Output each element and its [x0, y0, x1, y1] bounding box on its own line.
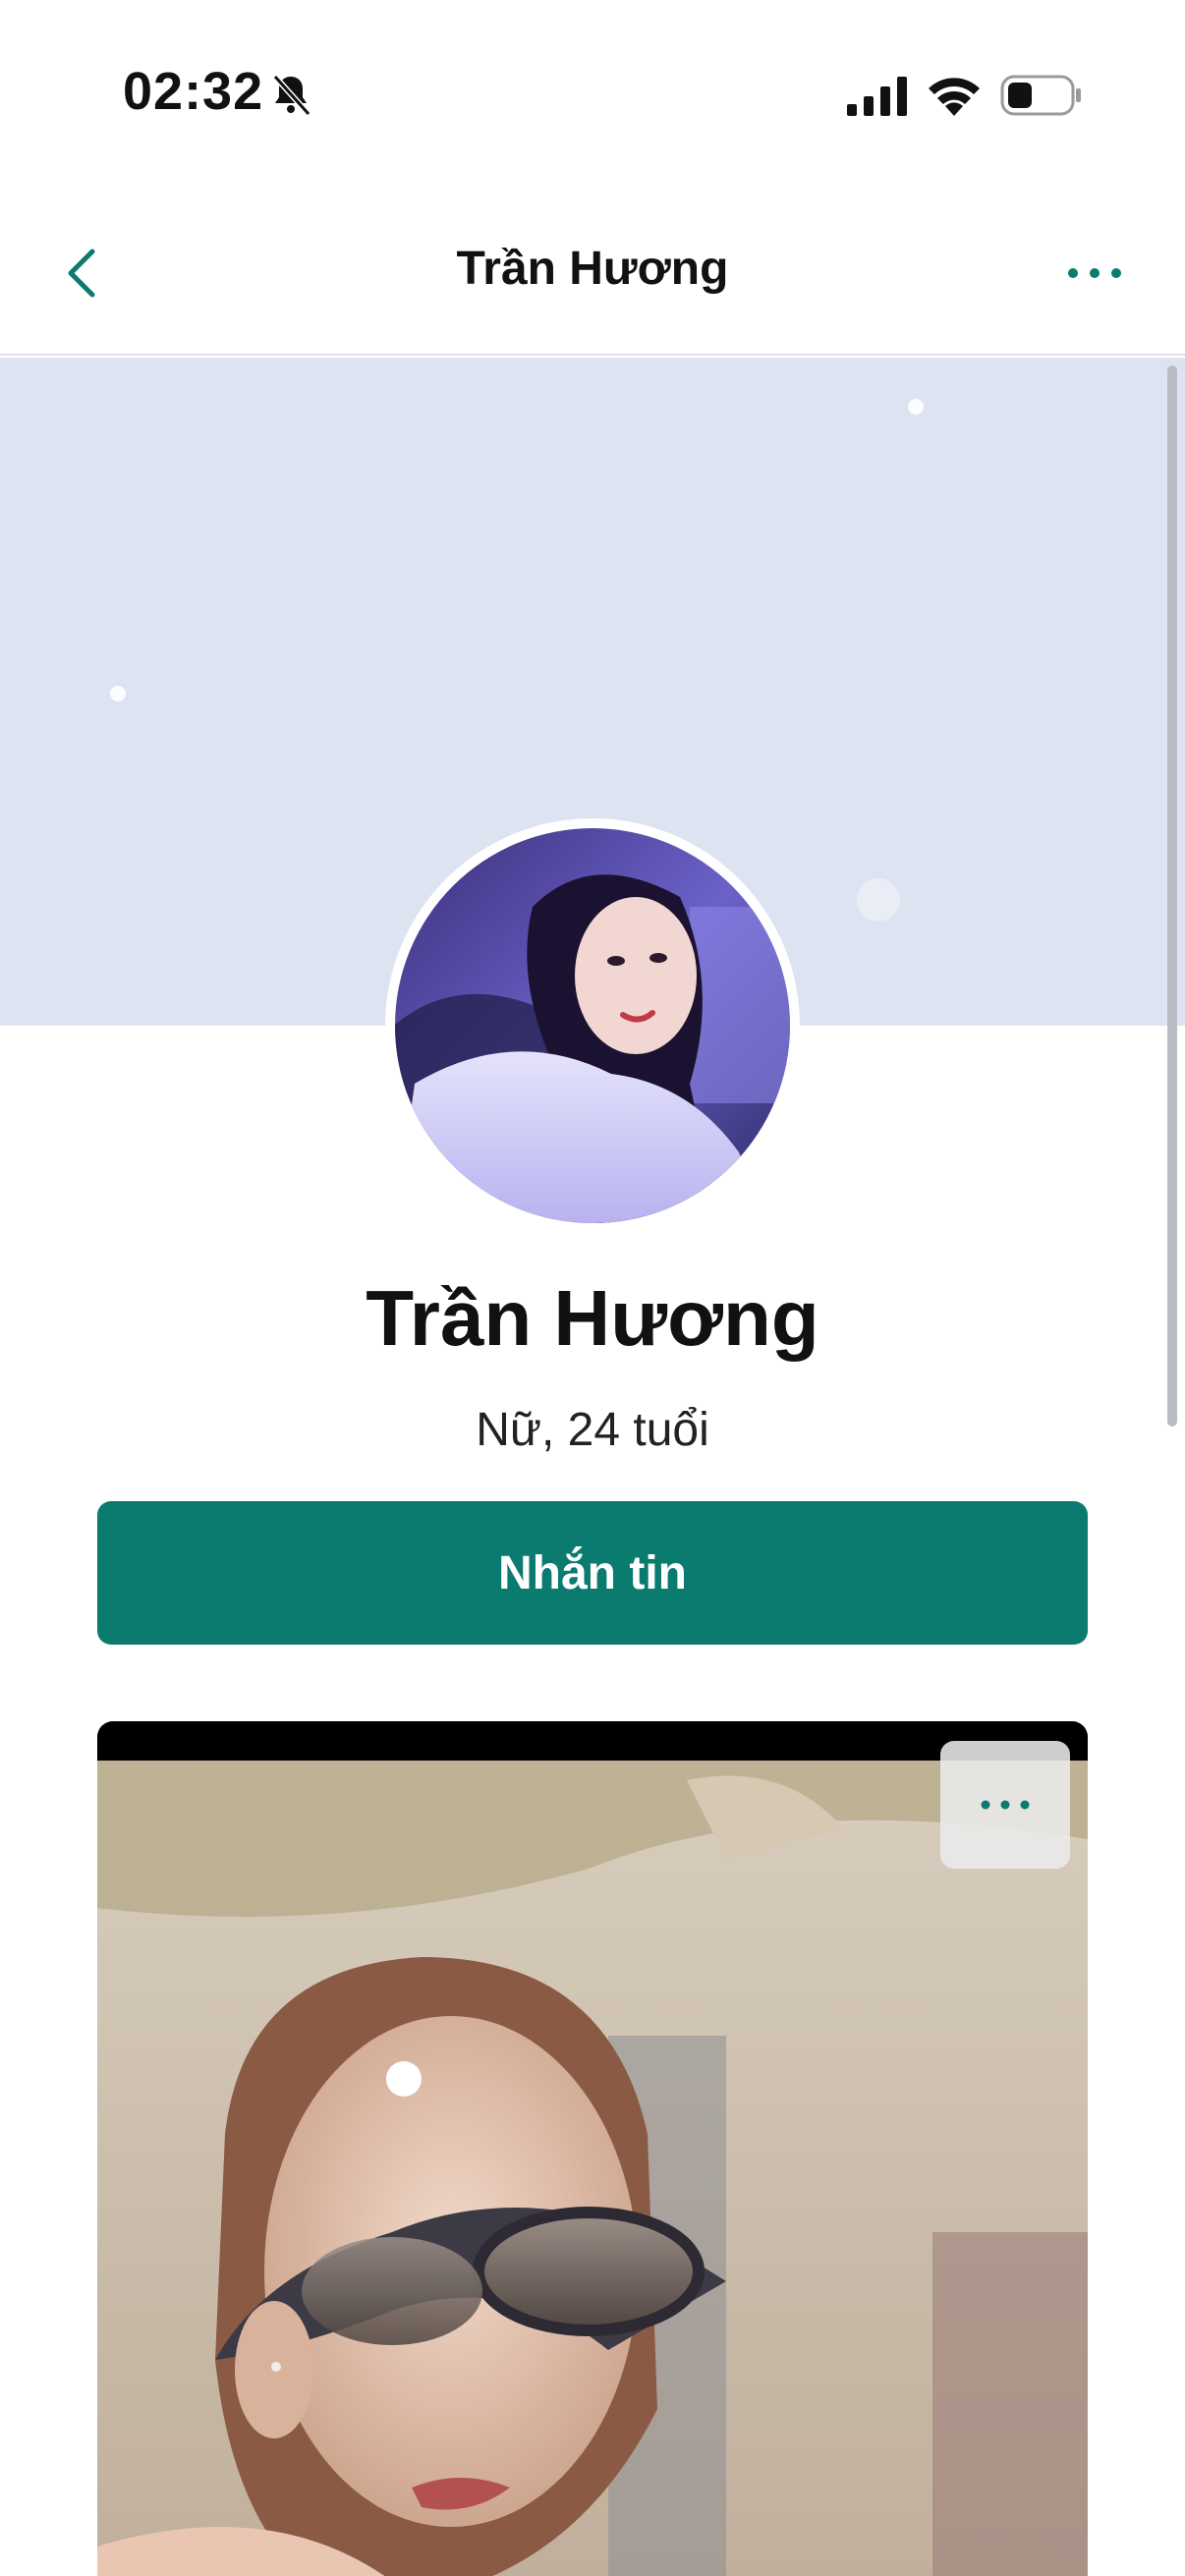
navigation-bar: Trần Hương [0, 187, 1185, 356]
more-horizontal-icon [981, 1800, 1030, 1810]
decorative-dot [908, 399, 924, 415]
wifi-icon [929, 78, 980, 116]
message-button[interactable]: Nhắn tin [97, 1501, 1088, 1645]
status-bar: 02:32 [0, 0, 1185, 187]
bell-slash-icon [272, 74, 311, 117]
decorative-dot [857, 878, 900, 922]
profile-screen: 02:32 Trần Hương Trần Hương Nữ, 24 tuổi … [0, 0, 1185, 2576]
profile-avatar[interactable] [385, 818, 808, 1233]
battery-icon [1000, 75, 1081, 116]
more-horizontal-icon[interactable] [1067, 263, 1122, 283]
scrollbar[interactable] [1167, 365, 1177, 1427]
cellular-signal-icon [847, 77, 907, 116]
avatar-image [395, 828, 808, 1223]
status-time: 02:32 [123, 62, 264, 121]
profile-name: Trần Hương [366, 1274, 819, 1362]
post-photo[interactable] [97, 1721, 1088, 2576]
post-image [97, 1721, 1088, 2576]
post-more-button[interactable] [940, 1741, 1070, 1869]
nav-title: Trần Hương [456, 243, 729, 295]
profile-gender-age: Nữ, 24 tuổi [476, 1404, 709, 1456]
decorative-dot [110, 686, 126, 701]
